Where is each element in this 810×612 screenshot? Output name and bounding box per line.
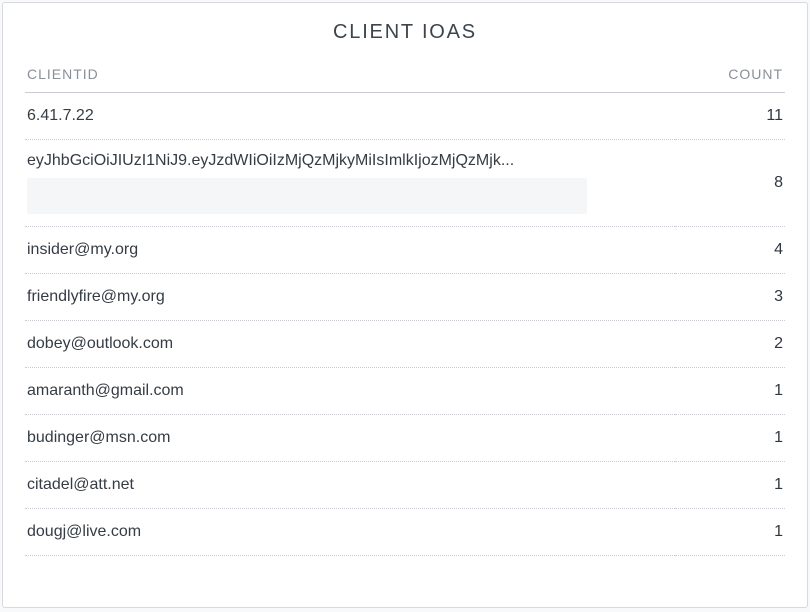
count-cell: 1 [675, 415, 785, 462]
table-row[interactable]: insider@my.org4 [25, 227, 785, 274]
table-scroll-area[interactable]: CLIENTID COUNT 6.41.7.2211eyJhbGciOiJIUz… [3, 58, 807, 607]
table-row[interactable]: friendlyfire@my.org3 [25, 274, 785, 321]
count-cell: 1 [675, 509, 785, 556]
clientid-cell[interactable]: friendlyfire@my.org [25, 274, 675, 321]
clientid-cell[interactable]: budinger@msn.com [25, 415, 675, 462]
client-ioas-panel: CLIENT IOAS CLIENTID COUNT 6.41.7.2211ey… [2, 2, 808, 608]
table-row[interactable]: citadel@att.net1 [25, 462, 785, 509]
token-text: eyJhbGciOiJIUzI1NiJ9.eyJzdWIiOiIzMjQzMjk… [27, 152, 587, 170]
table-row[interactable]: eyJhbGciOiJIUzI1NiJ9.eyJzdWIiOiIzMjQzMjk… [25, 140, 785, 227]
column-header-count[interactable]: COUNT [675, 58, 785, 93]
count-cell: 1 [675, 368, 785, 415]
table-row[interactable]: amaranth@gmail.com1 [25, 368, 785, 415]
count-cell: 2 [675, 321, 785, 368]
panel-title: CLIENT IOAS [3, 3, 807, 58]
table-row[interactable]: dougj@live.com1 [25, 509, 785, 556]
clientid-cell[interactable]: 6.41.7.22 [25, 93, 675, 140]
table-row[interactable]: budinger@msn.com1 [25, 415, 785, 462]
table-row[interactable]: dobey@outlook.com2 [25, 321, 785, 368]
client-ioas-table: CLIENTID COUNT 6.41.7.2211eyJhbGciOiJIUz… [25, 58, 785, 556]
clientid-cell[interactable]: eyJhbGciOiJIUzI1NiJ9.eyJzdWIiOiIzMjQzMjk… [25, 140, 675, 227]
token-preview-box [27, 178, 587, 214]
count-cell: 8 [675, 140, 785, 227]
count-cell: 3 [675, 274, 785, 321]
count-cell: 4 [675, 227, 785, 274]
column-header-clientid[interactable]: CLIENTID [25, 58, 675, 93]
count-cell: 11 [675, 93, 785, 140]
count-cell: 1 [675, 462, 785, 509]
clientid-cell[interactable]: amaranth@gmail.com [25, 368, 675, 415]
clientid-cell[interactable]: dobey@outlook.com [25, 321, 675, 368]
clientid-cell[interactable]: insider@my.org [25, 227, 675, 274]
clientid-cell[interactable]: dougj@live.com [25, 509, 675, 556]
table-row[interactable]: 6.41.7.2211 [25, 93, 785, 140]
clientid-cell[interactable]: citadel@att.net [25, 462, 675, 509]
table-header-row: CLIENTID COUNT [25, 58, 785, 93]
